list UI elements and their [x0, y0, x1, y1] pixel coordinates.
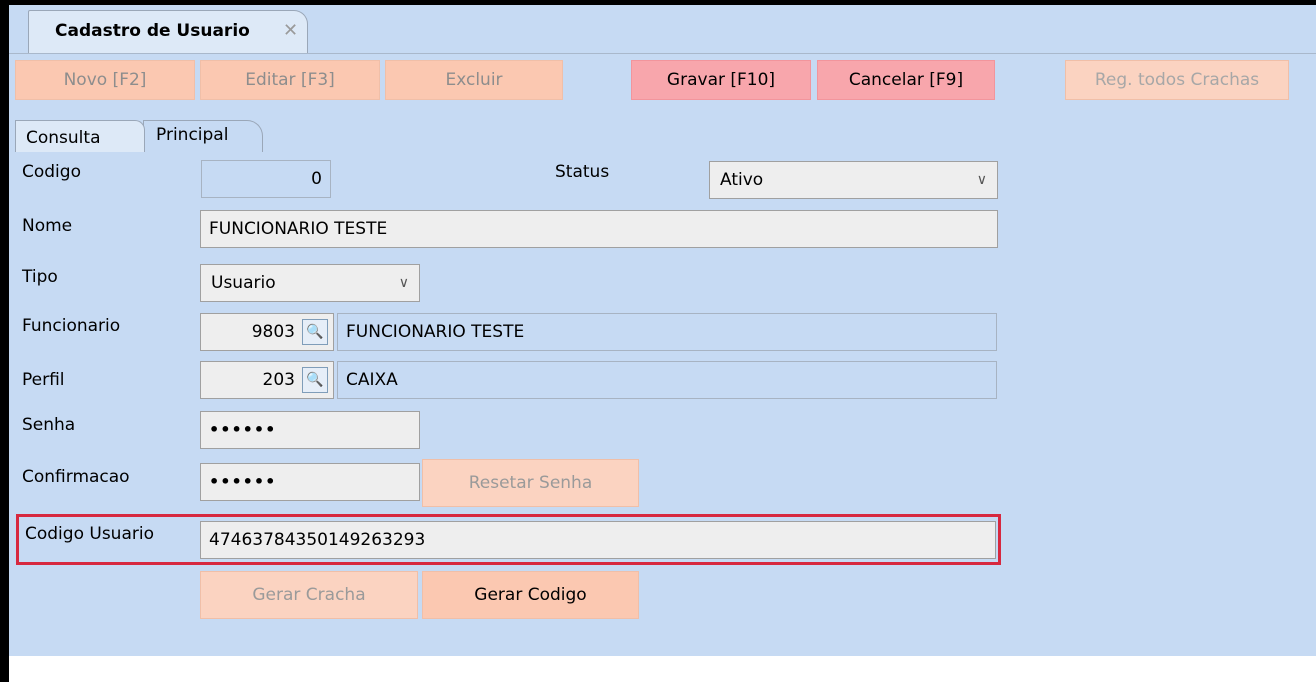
codigo-usuario-label: Codigo Usuario: [25, 524, 154, 544]
gravar-button[interactable]: Gravar [F10]: [631, 60, 811, 100]
codigo-label: Codigo: [22, 162, 81, 182]
senha-field[interactable]: ••••••: [200, 411, 420, 449]
nome-label: Nome: [22, 216, 73, 236]
document-tab[interactable]: Cadastro de Usuario ✕: [28, 10, 308, 54]
tipo-value: Usuario: [211, 273, 276, 293]
codigo-field[interactable]: 0: [201, 160, 331, 198]
confirmacao-label: Confirmacao: [22, 467, 130, 487]
novo-button[interactable]: Novo [F2]: [15, 60, 195, 100]
funcionario-label: Funcionario: [22, 316, 121, 336]
editar-button[interactable]: Editar [F3]: [200, 60, 380, 100]
confirmacao-field[interactable]: ••••••: [200, 463, 420, 501]
tab-principal[interactable]: Principal: [143, 120, 263, 152]
tipo-label: Tipo: [22, 267, 58, 287]
bottom-blank: [9, 656, 1316, 682]
tipo-select[interactable]: Usuario ∨: [200, 264, 420, 302]
status-select[interactable]: Ativo ∨: [709, 161, 998, 199]
chevron-down-icon: ∨: [398, 275, 409, 291]
codigo-usuario-field[interactable]: 47463784350149263293: [200, 521, 996, 559]
chevron-down-icon: ∨: [976, 172, 987, 188]
status-label: Status: [555, 162, 610, 182]
search-icon[interactable]: 🔍: [302, 319, 328, 345]
toolbar-divider: [9, 53, 1316, 54]
resetar-senha-button[interactable]: Resetar Senha: [422, 459, 639, 507]
tab-consulta[interactable]: Consulta: [15, 120, 145, 152]
tab-principal-label: Principal: [156, 125, 229, 145]
nome-field[interactable]: FUNCIONARIO TESTE: [200, 210, 998, 248]
tab-consulta-label: Consulta: [26, 128, 101, 148]
search-icon[interactable]: 🔍: [302, 367, 328, 393]
perfil-name-field: CAIXA: [337, 361, 997, 399]
status-value: Ativo: [720, 170, 764, 190]
reg-todos-crachas-button[interactable]: Reg. todos Crachas: [1065, 60, 1289, 100]
funcionario-name-field: FUNCIONARIO TESTE: [337, 313, 997, 351]
close-tab-icon[interactable]: ✕: [283, 20, 298, 41]
excluir-button[interactable]: Excluir: [385, 60, 563, 100]
gerar-cracha-button[interactable]: Gerar Cracha: [200, 571, 418, 619]
document-tab-title: Cadastro de Usuario: [55, 21, 250, 41]
gerar-codigo-button[interactable]: Gerar Codigo: [422, 571, 639, 619]
perfil-label: Perfil: [22, 370, 65, 390]
senha-label: Senha: [22, 415, 76, 435]
cancelar-button[interactable]: Cancelar [F9]: [817, 60, 995, 100]
